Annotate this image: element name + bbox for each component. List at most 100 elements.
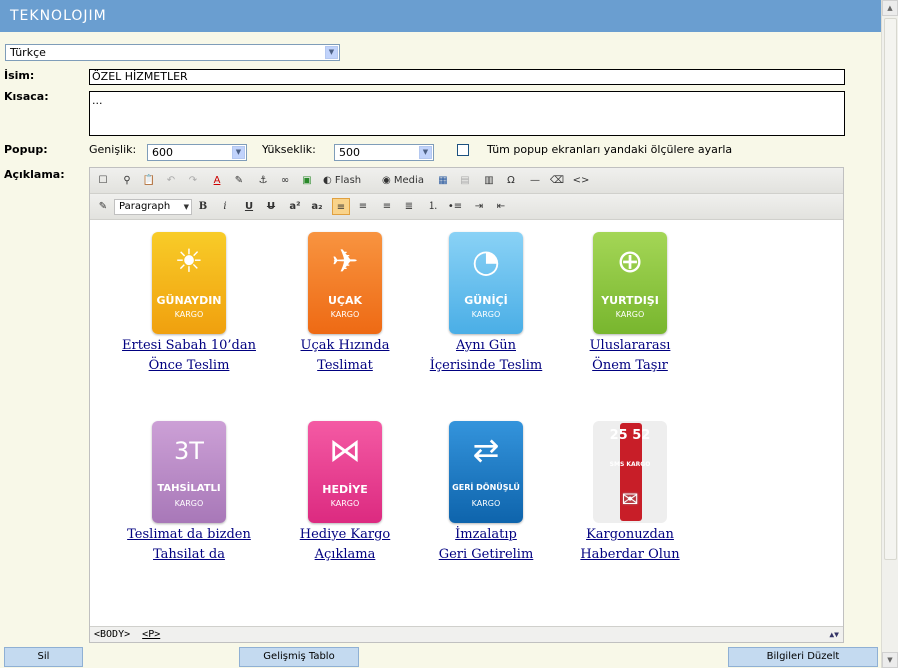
hediye-link[interactable]: Hediye Kargo Açıklama — [275, 525, 415, 565]
ucak-link[interactable]: Uçak Hızında Teslimat — [275, 336, 415, 376]
rich-text-editor[interactable]: ☐ ⚲ 📋 ↶ ↷ A ✎ ⚓ ∞ ▣ ◐ Flash ◉ Media ▦ ▤ … — [89, 167, 844, 643]
ordered-list-icon[interactable]: ⒈ — [424, 198, 442, 215]
underline-icon[interactable]: U — [240, 198, 258, 215]
short-label: Kısaca: — [4, 90, 49, 103]
anchor-icon[interactable]: ⚓ — [254, 172, 272, 189]
gunaydin-card-icon: ☀ GÜNAYDIN KARGO — [152, 232, 226, 334]
align-left-icon[interactable]: ≡ — [332, 198, 350, 215]
editor-toolbar-2: ✎ Paragraph ▼ B i U U a² a₂ ≡ ≡ ≡ ≣ ⒈ •≡… — [90, 194, 843, 220]
service-item-hediye: ⋈ HEDİYE KARGO Hediye Kargo Açıklama — [275, 421, 415, 565]
special-char-icon[interactable]: Ω — [502, 172, 520, 189]
superscript-icon[interactable]: a² — [286, 198, 304, 215]
height-label: Yükseklik: — [262, 143, 316, 156]
editor-toolbar-1: ☐ ⚲ 📋 ↶ ↷ A ✎ ⚓ ∞ ▣ ◐ Flash ◉ Media ▦ ▤ … — [90, 168, 843, 194]
strikethrough-icon[interactable]: U — [262, 198, 280, 215]
yurtdisi-card-icon: ⊕ YURTDIŞI KARGO — [593, 232, 667, 334]
yurtdisi-link[interactable]: Uluslararası Önem Taşır — [560, 336, 700, 376]
width-select[interactable]: 600 ▼ — [147, 144, 247, 161]
italic-icon[interactable]: i — [216, 198, 234, 215]
popup-size-checkbox[interactable] — [457, 144, 469, 156]
sms-link[interactable]: Kargonuzdan Haberdar Olun — [560, 525, 700, 565]
subscript-icon[interactable]: a₂ — [308, 198, 326, 215]
winged-envelope-icon: ✉ — [621, 487, 639, 511]
image-icon[interactable]: ▣ — [298, 172, 316, 189]
vertical-scrollbar[interactable]: ▲ ▼ — [881, 0, 898, 668]
align-justify-icon[interactable]: ≣ — [400, 198, 418, 215]
body-tag-path[interactable]: <BODY> — [94, 629, 130, 640]
flash-button[interactable]: ◐ Flash — [321, 172, 363, 189]
bold-icon[interactable]: B — [194, 198, 212, 215]
app-header: TEKNOLOJIM — [0, 0, 882, 32]
editor-content[interactable]: ☀ GÜNAYDIN KARGO Ertesi Sabah 10’dan Önce… — [90, 220, 843, 626]
popup-checkbox-label: Tüm popup ekranları yandaki ölçülere aya… — [487, 143, 733, 156]
chevron-down-icon[interactable]: ▼ — [184, 200, 189, 214]
ucak-card-icon: ✈ UÇAK KARGO — [308, 232, 382, 334]
source-code-icon[interactable]: <> — [572, 172, 590, 189]
tahsilatli-card-icon: 3T TAHSİLATLI KARGO — [152, 421, 226, 523]
paste-icon[interactable]: 📋 — [140, 172, 158, 189]
name-label: İsim: — [4, 69, 35, 82]
popup-label: Popup: — [4, 143, 48, 156]
service-item-tahsilatli: 3T TAHSİLATLI KARGO Teslimat da bizden Ta… — [119, 421, 259, 565]
short-textarea[interactable]: ... — [89, 91, 845, 136]
gunaydin-link[interactable]: Ertesi Sabah 10’dan Önce Teslim — [119, 336, 259, 376]
app-logo: TEKNOLOJIM — [10, 8, 107, 24]
service-item-gunaydin: ☀ GÜNAYDIN KARGO Ertesi Sabah 10’dan Önce… — [119, 232, 259, 376]
format-select[interactable]: Paragraph ▼ — [114, 199, 192, 215]
outdent-icon[interactable]: ⇤ — [492, 198, 510, 215]
width-select-value: 600 — [152, 146, 173, 159]
align-center-icon[interactable]: ≡ — [354, 198, 372, 215]
service-item-gunici: ◔ GÜNİÇİ KARGO Aynı Gün İçerisinde Teslim — [416, 232, 556, 376]
redo-icon[interactable]: ↷ — [184, 172, 202, 189]
table-icon[interactable]: ▦ — [434, 172, 452, 189]
name-input[interactable]: ÖZEL HİZMETLER — [89, 69, 845, 85]
p-tag-path[interactable]: <P> — [142, 629, 160, 640]
text-color-icon[interactable]: A — [208, 172, 226, 189]
horizontal-rule-icon[interactable]: — — [526, 172, 544, 189]
gunici-card-icon: ◔ GÜNİÇİ KARGO — [449, 232, 523, 334]
editor-statusbar: <BODY> <P> ▲▼ — [90, 626, 843, 642]
language-select[interactable]: Türkçe ▼ — [5, 44, 340, 61]
service-item-sms: 25 52 SMS KARGO ✉ Kargonuzdan Haberdar Ol… — [560, 421, 700, 565]
new-document-icon[interactable]: ☐ — [94, 172, 112, 189]
flash-label: Flash — [334, 175, 362, 186]
description-label: Açıklama: — [4, 168, 65, 181]
align-right-icon[interactable]: ≡ — [378, 198, 396, 215]
chevron-down-icon[interactable]: ▼ — [232, 146, 245, 159]
indent-icon[interactable]: ⇥ — [470, 198, 488, 215]
scroll-thumb[interactable] — [884, 18, 897, 560]
unordered-list-icon[interactable]: •≡ — [446, 198, 464, 215]
tahsilatli-link[interactable]: Teslimat da bizden Tahsilat da — [119, 525, 259, 565]
hediye-card-icon: ⋈ HEDİYE KARGO — [308, 421, 382, 523]
language-select-value: Türkçe — [10, 46, 46, 59]
chevron-down-icon[interactable]: ▼ — [419, 146, 432, 159]
width-label: Genişlik: — [89, 143, 137, 156]
geri-donuslu-card-icon: ⇄ GERİ DÖNÜŞLÜ KARGO — [449, 421, 523, 523]
save-button[interactable]: Bilgileri Düzelt — [728, 647, 878, 667]
sms-card-icon: 25 52 SMS KARGO ✉ — [593, 421, 667, 523]
table-edit-icon[interactable]: ▤ — [456, 172, 474, 189]
highlight-color-icon[interactable]: ✎ — [230, 172, 248, 189]
resize-handle-icon[interactable]: ▲▼ — [829, 627, 839, 643]
height-select-value: 500 — [339, 146, 360, 159]
format-select-value: Paragraph — [119, 201, 171, 212]
find-icon[interactable]: ⚲ — [118, 172, 136, 189]
gunici-link[interactable]: Aynı Gün İçerisinde Teslim — [416, 336, 556, 376]
link-icon[interactable]: ∞ — [276, 172, 294, 189]
height-select[interactable]: 500 ▼ — [334, 144, 434, 161]
eraser-icon[interactable]: ⌫ — [548, 172, 566, 189]
scroll-up-icon[interactable]: ▲ — [882, 0, 898, 16]
delete-button[interactable]: Sil — [4, 647, 83, 667]
media-label: Media — [393, 175, 424, 186]
advanced-table-button[interactable]: Gelişmiş Tablo — [239, 647, 359, 667]
chevron-down-icon[interactable]: ▼ — [325, 46, 338, 59]
template-icon[interactable]: ▥ — [480, 172, 498, 189]
service-item-ucak: ✈ UÇAK KARGO Uçak Hızında Teslimat — [275, 232, 415, 376]
scroll-down-icon[interactable]: ▼ — [882, 652, 898, 668]
service-item-geri-donuslu: ⇄ GERİ DÖNÜŞLÜ KARGO İmzalatıp Geri Getir… — [416, 421, 556, 565]
service-item-yurtdisi: ⊕ YURTDIŞI KARGO Uluslararası Önem Taşır — [560, 232, 700, 376]
media-button[interactable]: ◉ Media — [380, 172, 426, 189]
geri-donuslu-link[interactable]: İmzalatıp Geri Getirelim — [416, 525, 556, 565]
undo-icon[interactable]: ↶ — [162, 172, 180, 189]
styles-icon[interactable]: ✎ — [94, 198, 112, 215]
